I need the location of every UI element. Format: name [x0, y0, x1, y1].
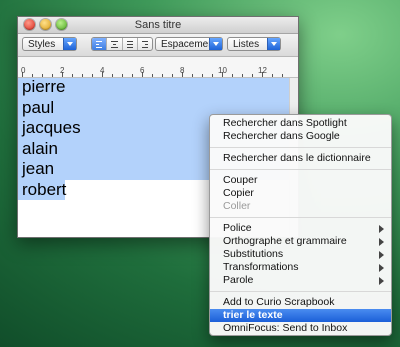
styles-popup-label: Styles — [28, 39, 56, 50]
menu-item-transformations-label: Transformations — [223, 261, 299, 273]
text-line[interactable]: jacques — [22, 118, 81, 139]
ruler-mark-0: 0 — [21, 66, 26, 75]
menu-item-copy[interactable]: Copier — [210, 187, 391, 200]
lists-popup-label: Listes — [233, 39, 260, 50]
menu-item-spelling-grammar-label: Orthographe et grammaire — [223, 235, 347, 247]
ruler-mark-12: 12 — [258, 66, 267, 75]
submenu-arrow-icon — [379, 264, 384, 272]
menu-item-font[interactable]: Police — [210, 222, 391, 235]
text-line[interactable]: alain — [22, 139, 81, 160]
ruler-mark-10: 10 — [218, 66, 227, 75]
text-line[interactable]: jean — [22, 159, 81, 180]
ruler[interactable]: 0 2 4 6 8 10 12 — [18, 57, 298, 78]
ruler-mark-6: 6 — [140, 66, 145, 75]
menu-item-cut[interactable]: Couper — [210, 174, 391, 187]
ruler-mark-2: 2 — [60, 66, 65, 75]
title-bar[interactable]: Sans titre — [18, 17, 298, 34]
menu-item-speech[interactable]: Parole — [210, 274, 391, 287]
menu-separator — [210, 147, 391, 148]
menu-separator — [210, 217, 391, 218]
chevron-down-icon — [267, 38, 280, 50]
menu-item-search-spotlight[interactable]: Rechercher dans Spotlight — [210, 117, 391, 130]
text-line[interactable]: paul — [22, 98, 81, 119]
chevron-down-icon — [209, 38, 222, 50]
menu-item-transformations[interactable]: Transformations — [210, 261, 391, 274]
menu-item-omnifocus-send[interactable]: OmniFocus: Send to Inbox — [210, 322, 391, 335]
menu-separator — [210, 291, 391, 292]
align-justify-button[interactable] — [123, 38, 138, 50]
submenu-arrow-icon — [379, 277, 384, 285]
menu-separator — [210, 169, 391, 170]
submenu-arrow-icon — [379, 225, 384, 233]
align-left-button[interactable] — [92, 38, 108, 50]
text-line[interactable]: robert — [22, 180, 81, 201]
alignment-segmented-control — [91, 37, 153, 51]
ruler-mark-4: 4 — [100, 66, 105, 75]
menu-item-speech-label: Parole — [223, 274, 254, 286]
ruler-mark-8: 8 — [180, 66, 185, 75]
spacing-popup[interactable]: Espacement — [155, 37, 223, 51]
menu-item-font-label: Police — [223, 222, 252, 234]
submenu-arrow-icon — [379, 251, 384, 259]
menu-item-search-google[interactable]: Rechercher dans Google — [210, 130, 391, 143]
document-text: pierre paul jacques alain jean robert — [22, 77, 81, 200]
text-line[interactable]: pierre — [22, 77, 81, 98]
menu-item-sort-text[interactable]: trier le texte — [210, 309, 391, 322]
chevron-down-icon — [63, 38, 76, 50]
menu-item-paste: Coller — [223, 200, 251, 212]
menu-item-substitutions-label: Substitutions — [223, 248, 284, 260]
menu-item-search-dictionary[interactable]: Rechercher dans le dictionnaire — [210, 152, 391, 165]
context-menu: Rechercher dans Spotlight Rechercher dan… — [209, 114, 392, 336]
window-title: Sans titre — [134, 19, 182, 31]
align-center-button[interactable] — [107, 38, 123, 50]
menu-item-add-to-curio[interactable]: Add to Curio Scrapbook — [210, 296, 391, 309]
menu-item-spelling-grammar[interactable]: Orthographe et grammaire — [210, 235, 391, 248]
menu-item-substitutions[interactable]: Substitutions — [210, 248, 391, 261]
format-toolbar: Styles Espacement Listes — [18, 34, 298, 57]
submenu-arrow-icon — [379, 238, 384, 246]
align-right-button[interactable] — [138, 38, 152, 50]
styles-popup[interactable]: Styles — [22, 37, 77, 51]
lists-popup[interactable]: Listes — [227, 37, 281, 51]
